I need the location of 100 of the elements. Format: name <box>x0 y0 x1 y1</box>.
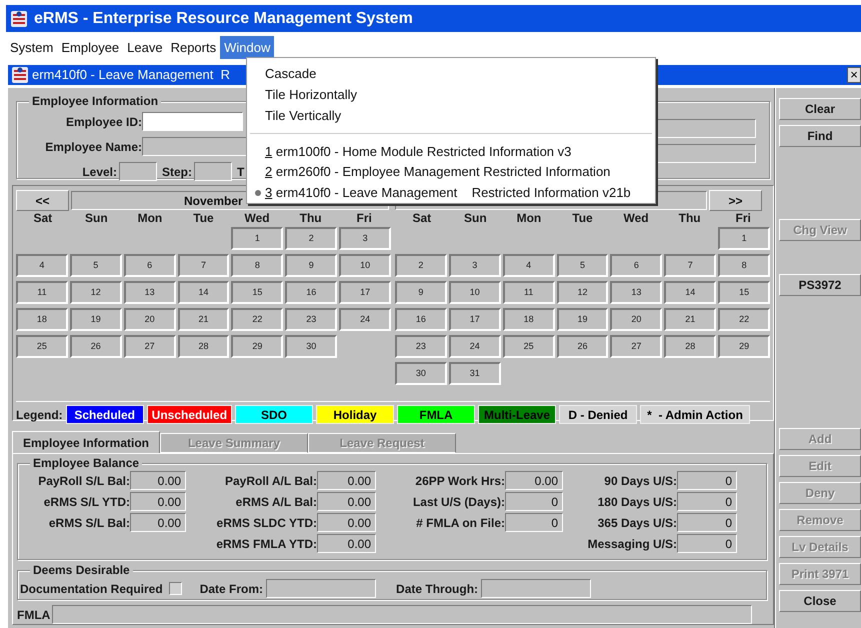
day-cell[interactable]: 2 <box>395 254 447 277</box>
day-cell[interactable]: 21 <box>178 308 230 331</box>
day-cell[interactable]: 29 <box>718 335 770 358</box>
day-cell[interactable]: 30 <box>285 335 338 358</box>
day-cell[interactable]: 28 <box>664 335 716 358</box>
day-cell[interactable]: 13 <box>610 281 662 304</box>
text-field[interactable]: 0.00 <box>317 534 376 553</box>
day-cell[interactable]: 31 <box>448 362 501 385</box>
side-button[interactable]: Find <box>779 125 861 147</box>
day-cell[interactable]: 12 <box>556 281 608 304</box>
day-cell[interactable]: 24 <box>339 308 391 331</box>
day-cell[interactable]: 15 <box>231 281 284 304</box>
day-cell[interactable]: 30 <box>395 362 447 385</box>
day-cell[interactable]: 4 <box>502 254 555 277</box>
day-cell[interactable]: 27 <box>610 335 662 358</box>
day-cell[interactable]: 21 <box>664 308 716 331</box>
day-cell[interactable]: 9 <box>285 254 338 277</box>
menu-window-item[interactable]: 2 erm260f0 - Employee Management Restricted Information <box>265 162 610 182</box>
previous-month-button[interactable]: << <box>16 190 69 211</box>
text-field[interactable]: 0 <box>505 492 563 511</box>
day-cell[interactable]: 18 <box>16 308 68 331</box>
day-cell[interactable]: 15 <box>718 281 770 304</box>
day-cell[interactable]: 3 <box>448 254 501 277</box>
day-cell[interactable]: 3 <box>339 227 391 250</box>
day-cell[interactable]: 17 <box>448 308 501 331</box>
menu-command[interactable]: Tile Vertically <box>265 105 342 126</box>
text-field[interactable] <box>52 605 752 624</box>
menu-window-item[interactable]: 1 erm100f0 - Home Module Restricted Information v3 <box>265 142 572 162</box>
text-field[interactable] <box>119 162 157 181</box>
day-cell[interactable]: 1 <box>718 227 770 250</box>
day-cell[interactable]: 23 <box>395 335 447 358</box>
day-cell[interactable]: 14 <box>664 281 716 304</box>
text-field[interactable] <box>194 162 232 181</box>
day-cell[interactable]: 9 <box>395 281 447 304</box>
day-cell[interactable]: 16 <box>285 281 338 304</box>
day-cell[interactable]: 18 <box>502 308 555 331</box>
day-cell[interactable]: 2 <box>285 227 338 250</box>
day-cell[interactable]: 10 <box>448 281 501 304</box>
day-cell[interactable]: 28 <box>178 335 230 358</box>
day-cell[interactable]: 29 <box>231 335 284 358</box>
menu-command[interactable]: Tile Horizontally <box>265 84 357 105</box>
day-cell[interactable]: 8 <box>718 254 770 277</box>
day-cell[interactable]: 22 <box>231 308 284 331</box>
day-cell[interactable]: 1 <box>231 227 284 250</box>
day-cell[interactable]: 17 <box>339 281 391 304</box>
day-cell[interactable]: 25 <box>502 335 555 358</box>
text-field[interactable]: 0.00 <box>130 492 186 511</box>
day-cell[interactable]: 22 <box>718 308 770 331</box>
day-cell[interactable]: 5 <box>556 254 608 277</box>
text-field[interactable]: 0 <box>677 513 737 532</box>
day-cell[interactable]: 14 <box>178 281 230 304</box>
menu-item[interactable]: Leave <box>123 36 167 60</box>
day-cell[interactable]: 6 <box>124 254 176 277</box>
text-field[interactable]: 0 <box>677 492 737 511</box>
text-field[interactable]: 0.00 <box>505 471 563 490</box>
day-cell[interactable]: 26 <box>556 335 608 358</box>
day-cell[interactable]: 7 <box>664 254 716 277</box>
day-cell[interactable]: 11 <box>16 281 68 304</box>
day-cell[interactable]: 27 <box>124 335 176 358</box>
day-cell[interactable]: 19 <box>70 308 122 331</box>
menu-item[interactable]: Window <box>220 36 274 60</box>
text-field[interactable] <box>266 579 376 598</box>
day-cell[interactable]: 7 <box>178 254 230 277</box>
next-month-button[interactable]: >> <box>709 190 762 211</box>
day-cell[interactable]: 4 <box>16 254 68 277</box>
day-cell[interactable]: 6 <box>610 254 662 277</box>
day-cell[interactable]: 19 <box>556 308 608 331</box>
day-cell[interactable]: 10 <box>339 254 391 277</box>
text-field[interactable] <box>481 579 592 598</box>
tab[interactable]: Employee Information <box>12 431 160 453</box>
menu-item[interactable]: Reports <box>166 36 220 60</box>
day-cell[interactable]: 11 <box>502 281 555 304</box>
day-cell[interactable]: 20 <box>610 308 662 331</box>
text-field[interactable]: 0 <box>677 471 737 490</box>
menu-command[interactable]: Cascade <box>265 63 316 84</box>
text-field[interactable]: 0 <box>505 513 563 532</box>
day-cell[interactable]: 20 <box>124 308 176 331</box>
day-cell[interactable]: 16 <box>395 308 447 331</box>
text-field[interactable]: 0.00 <box>317 513 376 532</box>
text-field[interactable]: 0.00 <box>317 492 376 511</box>
text-field[interactable]: 0.00 <box>130 471 186 490</box>
side-button[interactable]: Close <box>779 590 861 612</box>
close-button[interactable]: × <box>847 67 861 83</box>
text-field[interactable]: 0 <box>677 534 737 553</box>
day-cell[interactable]: 12 <box>70 281 122 304</box>
text-field[interactable] <box>142 112 243 131</box>
text-field[interactable]: 0.00 <box>130 513 186 532</box>
day-cell[interactable]: 8 <box>231 254 284 277</box>
day-cell[interactable]: 25 <box>16 335 68 358</box>
day-cell[interactable]: 5 <box>70 254 122 277</box>
menu-item[interactable]: Employee <box>57 36 124 60</box>
day-cell[interactable]: 23 <box>285 308 338 331</box>
day-cell[interactable]: 24 <box>448 335 501 358</box>
menu-item[interactable]: System <box>6 36 58 60</box>
text-field[interactable]: 0.00 <box>317 471 376 490</box>
day-cell[interactable]: 26 <box>70 335 122 358</box>
side-button[interactable]: PS3972 <box>779 274 861 296</box>
day-cell[interactable]: 13 <box>124 281 176 304</box>
checkbox[interactable] <box>168 582 182 596</box>
side-button[interactable]: Clear <box>779 98 861 120</box>
